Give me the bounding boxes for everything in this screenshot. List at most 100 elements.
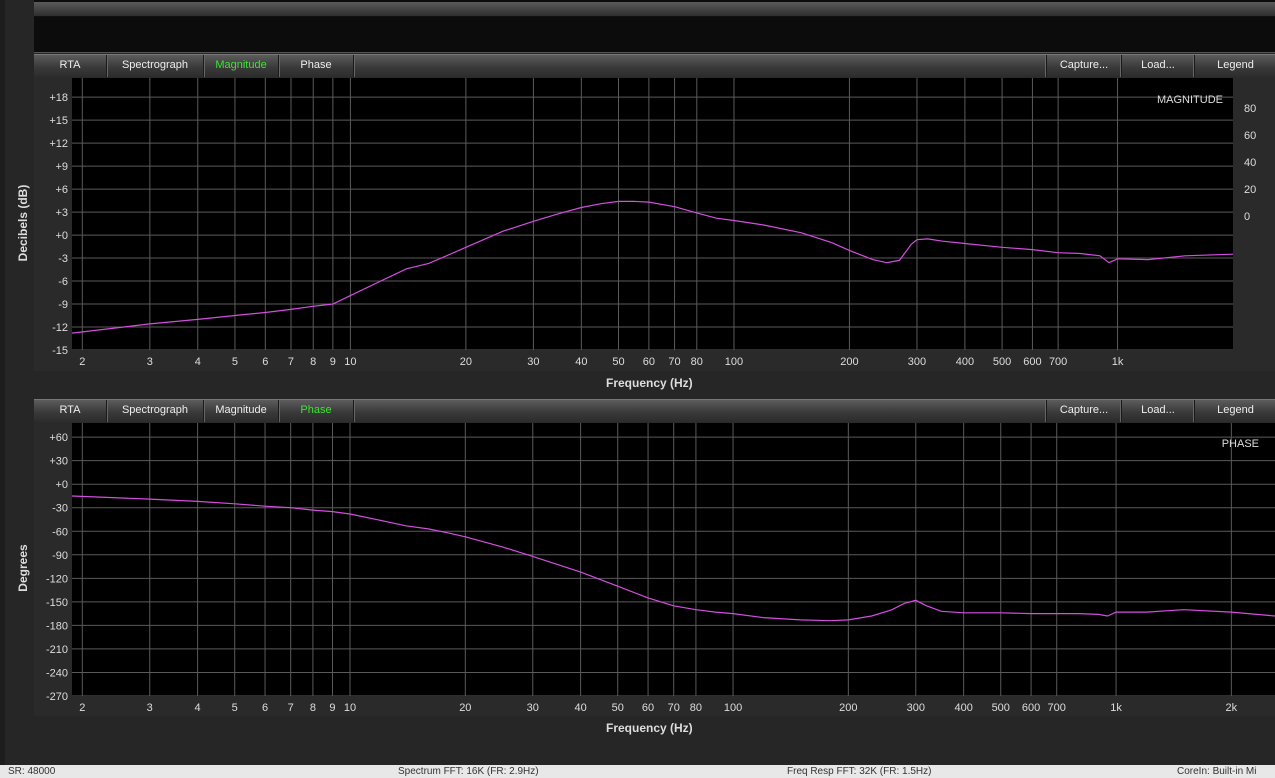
tab-phase-2[interactable]: Phase (279, 400, 354, 422)
magnitude-y-tick-label: +18 (49, 92, 68, 104)
phase-x-tick-label: 2k (1226, 702, 1238, 714)
phase-chart: PHASE (71, 423, 1275, 697)
magnitude-y2-tick-label: 40 (1244, 157, 1256, 169)
phase-x-tick-label: 80 (690, 702, 702, 714)
left-edge (0, 0, 5, 765)
top-toolbar (34, 0, 1275, 53)
top-toolbar-strip (34, 2, 1275, 17)
phase-y-axis-label: Degrees (16, 544, 30, 592)
phase-x-tick-label: 9 (329, 702, 335, 714)
phase-x-axis-label: Frequency (Hz) (606, 721, 693, 735)
phase-x-tick-label: 2 (79, 702, 85, 714)
phase-y-tick-label: -120 (46, 573, 68, 585)
magnitude-x-tick-label: 2 (79, 356, 85, 368)
magnitude-y-tick-label: -3 (58, 253, 68, 265)
capture-button[interactable]: Capture... (1046, 55, 1121, 77)
magnitude-x-tick-label: 40 (575, 356, 587, 368)
phase-y-tick-label: -240 (46, 667, 68, 679)
phase-x-tick-label: 3 (147, 702, 153, 714)
status-spectrum-fft: Spectrum FFT: 16K (FR: 2.9Hz) (398, 766, 539, 777)
magnitude-x-tick-label: 8 (310, 356, 316, 368)
magnitude-x-tick-label: 100 (725, 356, 743, 368)
phase-x-tick-label: 300 (907, 702, 925, 714)
magnitude-panel: MAGNITUDE 2 3 4 5 6 7 8 9 10 20 30 40 50 60 70 80 100 200… (34, 77, 1275, 371)
phase-y-tick-label: -180 (46, 620, 68, 632)
phase-x-tick-label: 500 (992, 702, 1010, 714)
tab-magnitude[interactable]: Magnitude (204, 55, 279, 77)
tab-spectrograph[interactable]: Spectrograph (107, 55, 204, 77)
magnitude-y-tick-label: +12 (49, 138, 68, 150)
phase-x-tick-label: 60 (642, 702, 654, 714)
magnitude-x-tick-label: 80 (691, 356, 703, 368)
load-button[interactable]: Load... (1121, 55, 1194, 77)
magnitude-x-axis-label: Frequency (Hz) (606, 376, 693, 390)
phase-y-tick-label: +60 (49, 432, 68, 444)
phase-x-tick-label: 4 (195, 702, 201, 714)
magnitude-y-tick-label: +0 (55, 230, 68, 242)
phase-y-tick-label: -210 (46, 644, 68, 656)
magnitude-x-tick-label: 60 (643, 356, 655, 368)
magnitude-plot-area[interactable]: MAGNITUDE (71, 78, 1234, 351)
magnitude-y2-tick-label: 60 (1244, 130, 1256, 142)
magnitude-y2-tick-label: 80 (1244, 103, 1256, 115)
status-freq-resp-fft: Freq Resp FFT: 32K (FR: 1.5Hz) (787, 766, 932, 777)
magnitude-y-tick-label: -9 (58, 299, 68, 311)
magnitude-y-tick-label: +9 (55, 161, 68, 173)
phase-y-tick-label: -150 (46, 597, 68, 609)
magnitude-y2-tick-label: 0 (1244, 211, 1250, 223)
magnitude-x-tick-label: 500 (993, 356, 1011, 368)
status-bar: SR: 48000 Spectrum FFT: 16K (FR: 2.9Hz) … (0, 765, 1275, 778)
tab-phase[interactable]: Phase (279, 55, 354, 77)
status-sample-rate: SR: 48000 (8, 766, 56, 777)
magnitude-y-tick-label: +3 (55, 207, 68, 219)
phase-x-tick-label: 50 (612, 702, 624, 714)
phase-y-tick-label: -270 (46, 691, 68, 703)
phase-x-tick-label: 200 (839, 702, 857, 714)
phase-x-tick-label: 8 (310, 702, 316, 714)
magnitude-x-tick-label: 6 (262, 356, 268, 368)
phase-y-tick-label: -60 (52, 526, 68, 538)
phase-plot-title: PHASE (1222, 438, 1259, 450)
tab-rta-2[interactable]: RTA (34, 400, 107, 422)
phase-x-tick-label: 10 (344, 702, 356, 714)
phase-x-tick-label: 600 (1022, 702, 1040, 714)
magnitude-x-tick-label: 20 (460, 356, 472, 368)
magnitude-x-tick-label: 7 (288, 356, 294, 368)
load-button-2[interactable]: Load... (1121, 400, 1194, 422)
magnitude-x-tick-label: 9 (330, 356, 336, 368)
magnitude-x-tick-label: 200 (840, 356, 858, 368)
magnitude-x-tick-label: 1k (1112, 356, 1124, 368)
tab-rta[interactable]: RTA (34, 55, 107, 77)
phase-x-tick-label: 5 (232, 702, 238, 714)
phase-y-tick-label: +30 (49, 456, 68, 468)
phase-x-tick-label: 40 (574, 702, 586, 714)
phase-x-tick-label: 6 (262, 702, 268, 714)
magnitude-plot-title: MAGNITUDE (1157, 94, 1223, 106)
legend-button[interactable]: Legend (1194, 55, 1275, 77)
phase-x-tick-label: 100 (724, 702, 742, 714)
tab-spectrograph-2[interactable]: Spectrograph (107, 400, 204, 422)
magnitude-x-tick-label: 10 (344, 356, 356, 368)
phase-x-tick-label: 1k (1110, 702, 1122, 714)
magnitude-x-tick-label: 600 (1023, 356, 1041, 368)
magnitude-y-tick-label: -12 (52, 322, 68, 334)
phase-panel: PHASE 2 3 4 5 6 7 8 9 10 20 30 40 50 60 70 80 100 200 300 4… (34, 422, 1275, 716)
phase-plot-area[interactable]: PHASE (71, 423, 1275, 697)
capture-button-2[interactable]: Capture... (1046, 400, 1121, 422)
phase-y-tick-label: -90 (52, 550, 68, 562)
legend-button-2[interactable]: Legend (1194, 400, 1275, 422)
magnitude-x-tick-label: 300 (908, 356, 926, 368)
magnitude-y-tick-label: +15 (49, 115, 68, 127)
phase-tab-bar: RTA Spectrograph Magnitude Phase Capture… (34, 399, 1275, 423)
phase-x-tick-label: 70 (668, 702, 680, 714)
magnitude-x-tick-label: 5 (232, 356, 238, 368)
phase-x-tick-label: 400 (954, 702, 972, 714)
magnitude-x-tick-label: 50 (612, 356, 624, 368)
magnitude-x-tick-label: 3 (147, 356, 153, 368)
phase-y-tick-label: -30 (52, 503, 68, 515)
magnitude-chart: MAGNITUDE (71, 78, 1234, 351)
magnitude-x-tick-label: 70 (668, 356, 680, 368)
magnitude-x-tick-label: 4 (195, 356, 201, 368)
tab-magnitude-2[interactable]: Magnitude (204, 400, 279, 422)
magnitude-x-tick-label: 400 (956, 356, 974, 368)
